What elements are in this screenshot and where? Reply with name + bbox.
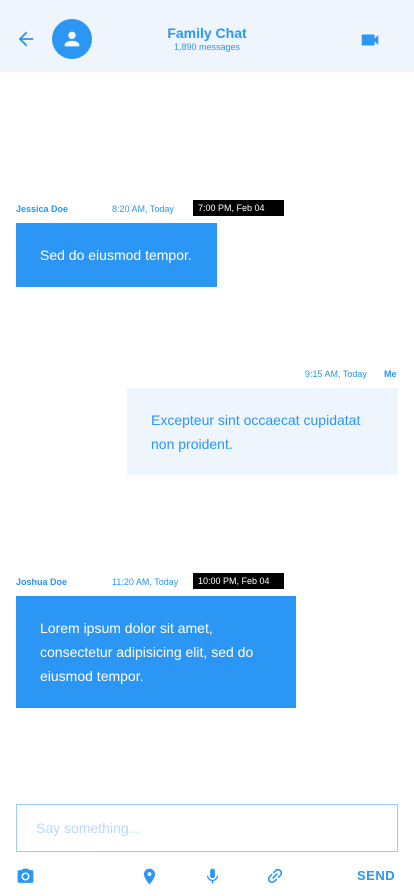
attach-link-button[interactable] [265,866,285,886]
message-sender: Jessica Doe [16,204,69,214]
message-bubble-incoming[interactable]: Sed do eiusmod tempor. [16,223,217,287]
message-timestamp: 11:20 AM, Today [112,577,179,587]
chat-screen: Family Chat 1,890 messages Jessica Doe 8… [0,0,414,896]
message-timestamp: 8:20 AM, Today [112,204,174,214]
message-bubble-incoming[interactable]: Lorem ipsum dolor sit amet, consectetur … [16,596,296,708]
location-button[interactable] [139,866,159,886]
camera-icon [17,868,33,883]
chat-title-block: Family Chat 1,890 messages [107,25,307,53]
message-bubble-outgoing[interactable]: Excepteur sint occaecat cupidatat non pr… [127,388,398,475]
timestamp-tooltip: 10:00 PM, Feb 04 [193,573,284,589]
message-sender: Joshua Doe [16,577,68,587]
message-input[interactable] [17,805,397,851]
link-icon [267,868,283,884]
message-timestamp: 9:15 AM, Today [305,369,367,379]
microphone-icon [206,868,218,884]
videocam-icon [361,34,379,46]
video-call-button[interactable] [358,28,382,52]
microphone-button[interactable] [202,866,222,886]
timestamp-tooltip: 7:00 PM, Feb 04 [193,200,284,216]
message-sender: Me [384,369,397,379]
chat-title: Family Chat [167,25,247,41]
camera-button[interactable] [15,866,35,886]
message-count: 1,890 messages [173,42,241,52]
send-button[interactable]: SEND [357,868,395,884]
location-pin-icon [143,868,155,884]
arrow-left-icon [18,31,34,47]
message-composer [16,804,398,852]
chat-header: Family Chat 1,890 messages [0,0,414,72]
back-button[interactable] [14,27,38,51]
person-icon [64,31,80,47]
avatar[interactable] [52,19,92,59]
